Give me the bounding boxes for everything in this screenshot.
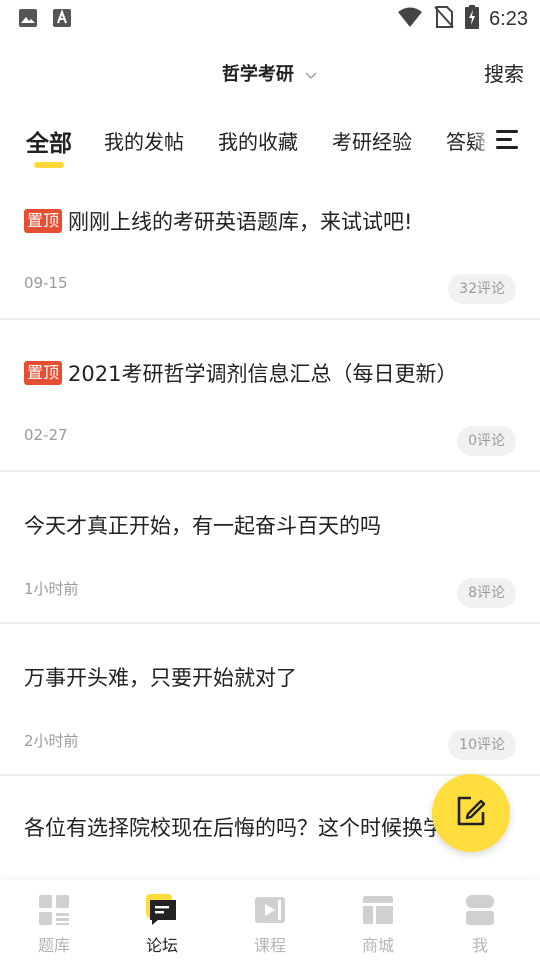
status-bar: 6:23 (0, 0, 540, 36)
pinned-badge: 置顶 (24, 209, 63, 233)
post-date: 09-15 (24, 274, 68, 292)
battery-charging-icon (465, 5, 480, 33)
edit-icon (453, 793, 489, 833)
post-item[interactable]: 置顶 2021考研哲学调剂信息汇总（每日更新） 02-27 0评论 (0, 320, 540, 472)
subject-title: 哲学考研 (221, 64, 294, 85)
forum-icon (146, 894, 178, 926)
post-title-text: 2021考研哲学调剂信息汇总（每日更新） (68, 362, 458, 386)
tab-qa[interactable]: 答疑 (446, 126, 486, 155)
no-sim-icon (433, 5, 455, 33)
wifi-icon (397, 6, 423, 32)
post-date: 2小时前 (24, 732, 79, 750)
post-item[interactable]: 置顶 刚刚上线的考研英语题库，来试试吧! 09-15 32评论 (0, 168, 540, 320)
post-title-text: 万事开头难，只要开始就对了 (24, 666, 297, 690)
store-icon (362, 894, 394, 926)
comment-count-badge: 10评论 (448, 730, 516, 760)
text-a-icon (52, 8, 72, 32)
profile-icon (464, 894, 496, 926)
comment-count-badge: 0评论 (457, 426, 516, 456)
status-time: 6:23 (489, 7, 528, 30)
tab-my-posts[interactable]: 我的发帖 (104, 126, 184, 155)
compose-post-button[interactable] (432, 774, 510, 852)
forum-tabs: 全部 我的发帖 我的收藏 考研经验 答疑 (0, 118, 540, 174)
nav-label: 论坛 (145, 936, 178, 955)
post-title-text: 刚刚上线的考研英语题库，来试试吧! (68, 210, 413, 234)
post-title: 万事开头难，只要开始就对了 (24, 662, 297, 692)
tab-menu-button[interactable] (492, 124, 526, 154)
subject-selector[interactable]: 哲学考研 (0, 60, 540, 86)
nav-courses[interactable]: 课程 (220, 894, 320, 956)
app-header: 哲学考研 搜索 (0, 48, 540, 96)
post-item[interactable]: 今天才真正开始，有一起奋斗百天的吗 1小时前 8评论 (0, 472, 540, 624)
post-title: 置顶 刚刚上线的考研英语题库，来试试吧! (24, 206, 412, 236)
post-item[interactable]: 万事开头难，只要开始就对了 2小时前 10评论 (0, 624, 540, 776)
nav-label: 我 (471, 936, 488, 955)
post-date: 1小时前 (24, 580, 79, 598)
chevron-down-icon (304, 65, 318, 86)
nav-label: 课程 (253, 936, 286, 955)
nav-store[interactable]: 商城 (328, 894, 428, 956)
post-title-text: 今天才真正开始，有一起奋斗百天的吗 (24, 514, 381, 538)
post-title: 置顶 2021考研哲学调剂信息汇总（每日更新） (24, 358, 457, 388)
post-title: 今天才真正开始，有一起奋斗百天的吗 (24, 510, 381, 540)
nav-profile[interactable]: 我 (430, 894, 530, 956)
bottom-nav: 题库 论坛 课程 商城 我 (0, 880, 540, 960)
menu-icon (492, 130, 522, 158)
tab-exam-experience[interactable]: 考研经验 (332, 126, 412, 155)
nav-forum[interactable]: 论坛 (112, 894, 212, 956)
comment-count-badge: 32评论 (448, 274, 516, 304)
nav-question-bank[interactable]: 题库 (4, 894, 104, 956)
post-date: 02-27 (24, 426, 68, 444)
nav-label: 商城 (361, 936, 394, 955)
tab-my-favorites[interactable]: 我的收藏 (218, 126, 298, 155)
nav-label: 题库 (37, 936, 70, 955)
pinned-badge: 置顶 (24, 361, 63, 385)
grid-icon (38, 894, 70, 926)
video-icon (254, 894, 286, 926)
image-icon (18, 8, 38, 32)
tab-all[interactable]: 全部 (26, 124, 72, 158)
search-button[interactable]: 搜索 (484, 58, 524, 87)
comment-count-badge: 8评论 (457, 578, 516, 608)
